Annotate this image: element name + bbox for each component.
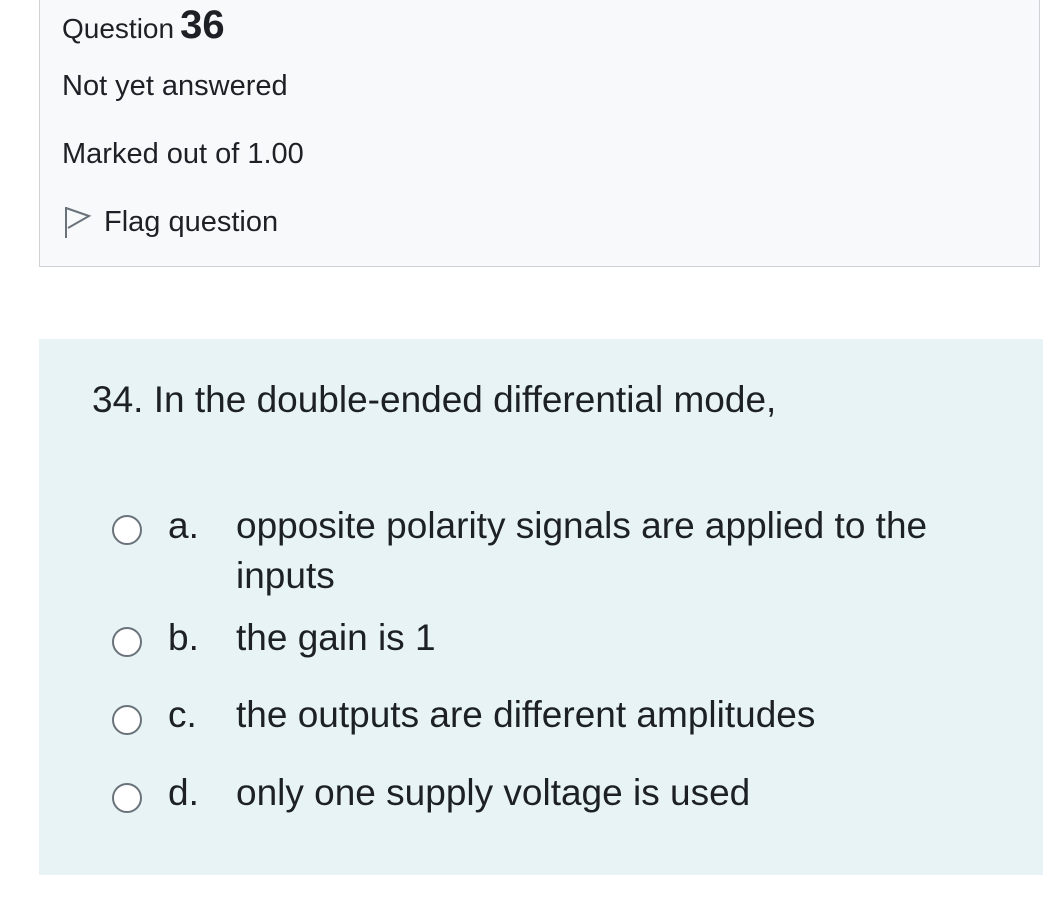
question-heading: Question 36 [62, 3, 225, 48]
question-state: Not yet answered [62, 70, 288, 102]
question-info-panel: Question 36 Not yet answered Marked out o… [39, 0, 1040, 267]
answer-text: the gain is 1 [236, 617, 436, 658]
question-number: 36 [180, 3, 225, 47]
answer-letter: c. [168, 694, 197, 735]
answer-text: opposite polarity signals are applied to… [236, 505, 928, 596]
answer-letter: d. [168, 772, 199, 813]
flag-question-label: Flag question [104, 205, 279, 238]
radio-button-d[interactable] [112, 783, 142, 813]
radio-button-b[interactable] [112, 627, 142, 657]
answer-text: the outputs are different amplitudes [236, 694, 816, 735]
question-label: Question [62, 13, 175, 44]
radio-button-c[interactable] [112, 705, 142, 735]
radio-button-a[interactable] [112, 515, 142, 545]
answer-text: only one supply voltage is used [236, 772, 751, 813]
flag-question-link[interactable]: Flag question [62, 204, 278, 240]
answer-letter: a. [168, 505, 199, 546]
question-grade: Marked out of 1.00 [62, 138, 304, 170]
flag-icon [62, 204, 92, 240]
question-formulation: 34. In the double-ended differential mod… [39, 339, 1043, 875]
question-text: 34. In the double-ended differential mod… [92, 379, 777, 420]
answer-letter: b. [168, 617, 199, 658]
